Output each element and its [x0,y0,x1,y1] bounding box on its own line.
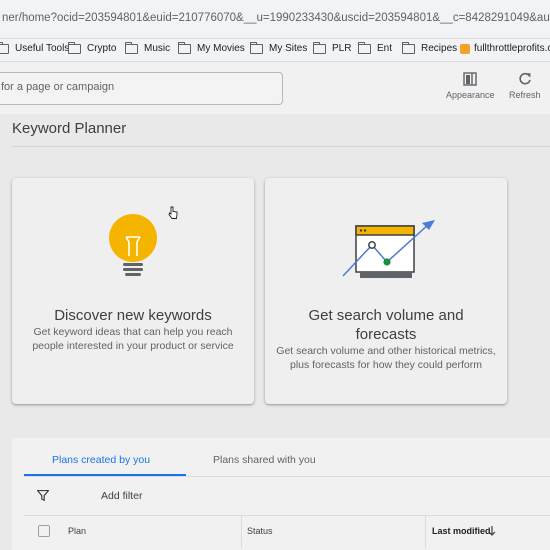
folder-icon [67,41,81,54]
appearance-label: Appearance [446,90,495,100]
bookmark-label: Music [144,43,171,54]
bookmark-label: fullthrottleprofits.co [474,43,550,54]
site-favicon [460,43,470,54]
forecasts-card-description-1: Get search volume and other historical m… [276,345,496,357]
appearance-button[interactable]: Appearance [446,72,495,100]
page-title: Keyword Planner [12,120,127,137]
lightbulb-icon [109,214,157,276]
active-tab-indicator [24,474,186,476]
bookmark-my-sites[interactable]: My Sites [249,41,308,54]
forecasts-card-title-2: forecasts [355,326,417,343]
appearance-icon [463,72,477,86]
hand-cursor-icon [168,206,178,219]
bookmark-label: My Sites [269,43,308,54]
column-divider [241,516,242,548]
bookmark-ent[interactable]: Ent [357,41,393,54]
folder-icon [249,41,263,54]
bookmark-useful-tools[interactable]: Useful Tools [0,41,70,54]
bookmark-plr[interactable]: PLR [312,41,352,54]
bookmark-label: Ent [377,43,393,54]
bookmark-label: My Movies [197,43,245,54]
bookmark-music[interactable]: Music [124,41,171,54]
filter-row: Add filter [24,477,550,516]
folder-icon [124,41,138,54]
search-box[interactable] [0,72,283,105]
column-status[interactable]: Status [247,526,273,536]
discover-card-description-1: Get keyword ideas that can help you reac… [33,326,233,338]
bookmark-label: PLR [332,43,352,54]
folder-icon [177,41,191,54]
select-all-checkbox[interactable] [38,525,50,537]
folder-icon [0,41,9,54]
trend-chart-icon [342,220,435,278]
forecasts-card-title-1: Get search volume and [308,307,464,324]
discover-keywords-card[interactable]: Discover new keywords Get keyword ideas … [12,178,254,404]
bookmark-label: Recipes [421,43,458,54]
bookmark-label: Crypto [87,43,117,54]
bookmark-recipes[interactable]: Recipes [401,41,458,54]
bookmarks-bar: Useful Tools Crypto Music My Movies My S… [0,39,550,62]
folder-icon [357,41,371,54]
sort-arrow-down-icon[interactable] [488,526,496,536]
top-toolbar: Appearance Refresh [0,62,550,114]
folder-icon [312,41,326,54]
filter-icon[interactable] [37,490,49,501]
tab-plans-shared-with-you[interactable]: Plans shared with you [213,454,316,466]
plans-table-header: Plan Status Last modified [24,516,550,548]
tab-plans-created-by-you[interactable]: Plans created by you [52,454,150,466]
forecasts-card-description-2: plus forecasts for how they could perfor… [289,359,482,371]
bookmark-my-movies[interactable]: My Movies [177,41,245,54]
plans-panel: Plans created by you Plans shared with y… [12,438,550,550]
plans-tabs: Plans created by you Plans shared with y… [24,438,550,477]
folder-icon [401,41,415,54]
refresh-label: Refresh [509,90,541,100]
url-text: ner/home?ocid=203594801&euid=210776070&_… [2,12,550,24]
refresh-button[interactable]: Refresh [509,72,541,100]
forecasts-card[interactable]: Get search volume and forecasts Get sear… [265,178,507,404]
column-plan[interactable]: Plan [68,526,86,536]
title-divider [12,146,550,147]
column-last-modified[interactable]: Last modified [432,526,491,536]
search-input[interactable] [1,81,271,93]
refresh-icon [519,72,531,85]
column-divider [425,516,426,548]
bookmark-label: Useful Tools [15,43,70,54]
bookmark-crypto[interactable]: Crypto [67,41,117,54]
address-bar[interactable]: ner/home?ocid=203594801&euid=210776070&_… [0,0,550,39]
bookmark-fullthrottleprofits[interactable]: fullthrottleprofits.co [460,43,550,54]
discover-card-title: Discover new keywords [54,307,212,324]
discover-card-description-2: people interested in your product or ser… [32,340,234,352]
add-filter-button[interactable]: Add filter [101,490,142,502]
